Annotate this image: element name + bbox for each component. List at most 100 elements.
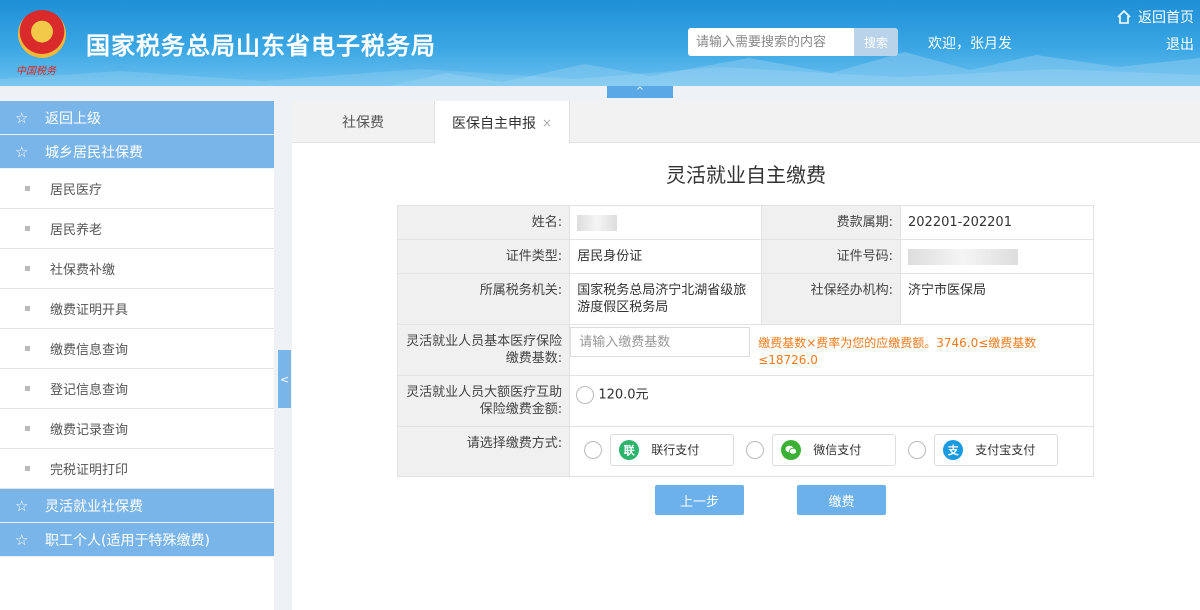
redacted-value xyxy=(577,214,618,231)
sidebar-item-label: 社保费补缴 xyxy=(50,263,116,278)
bullet-icon xyxy=(25,266,30,271)
previous-step-button[interactable]: 上一步 xyxy=(655,485,744,515)
sidebar-item-payment-certificate[interactable]: 缴费证明开具 xyxy=(0,289,274,329)
unionpay-button[interactable]: 联 联行支付 xyxy=(610,434,735,466)
sidebar: ☆ 返回上级 ☆ 城乡居民社保费 居民医疗 居民养老 社保费补缴 缴费证明开具 … xyxy=(0,101,274,610)
period-label: 费款属期: xyxy=(761,205,902,240)
bullet-icon xyxy=(25,226,30,231)
payment-option-alipay[interactable]: 支 支付宝支付 xyxy=(908,434,1059,466)
welcome-text: 欢迎，张月发 xyxy=(928,36,1012,52)
sidebar-item-payment-record-query[interactable]: 缴费记录查询 xyxy=(0,409,274,449)
payment-option-wechat[interactable]: 微信支付 xyxy=(746,434,897,466)
payment-option-label: 微信支付 xyxy=(813,442,862,457)
tax-org-value: 国家税务总局济宁北湖省级旅游度假区税务局 xyxy=(569,273,763,325)
payment-radio[interactable] xyxy=(746,441,765,459)
tab-medical-self-declare[interactable]: 医保自主申报 × xyxy=(434,101,570,144)
sidebar-section-resident-insurance[interactable]: ☆ 城乡居民社保费 xyxy=(0,135,274,169)
payment-option-label: 联行支付 xyxy=(651,442,700,457)
home-link[interactable]: 返回首页 xyxy=(1116,7,1194,27)
top-banner: 中国税务 国家税务总局山东省电子税务局 搜索 欢迎，张月发 返回首页 退出 xyxy=(0,0,1200,86)
alipay-button[interactable]: 支 支付宝支付 xyxy=(934,434,1059,466)
sidebar-item-registration-query[interactable]: 登记信息查询 xyxy=(0,369,274,409)
sidebar-item-label: 居民养老 xyxy=(50,223,103,238)
wechat-icon xyxy=(781,440,802,460)
id-type-label: 证件类型: xyxy=(396,239,571,274)
pay-button[interactable]: 缴费 xyxy=(797,485,886,515)
tab-bar: 社保费 医保自主申报 × xyxy=(292,101,1200,144)
emblem-caption: 中国税务 xyxy=(16,66,56,77)
payment-method-options: 联 联行支付 微信支付 支 支付宝支付 xyxy=(584,434,1093,466)
bullet-icon xyxy=(25,466,30,471)
bullet-icon xyxy=(25,306,30,311)
sidebar-item-resident-medical[interactable]: 居民医疗 xyxy=(0,169,274,209)
sidebar-item-label: 缴费记录查询 xyxy=(50,423,129,438)
home-link-label: 返回首页 xyxy=(1138,10,1194,26)
home-icon xyxy=(1117,9,1131,24)
sidebar-collapse-button[interactable]: < xyxy=(278,350,291,408)
sidebar-item-label: 完税证明打印 xyxy=(50,463,129,478)
payment-radio[interactable] xyxy=(584,441,603,459)
star-icon: ☆ xyxy=(15,142,29,161)
payment-option-label: 支付宝支付 xyxy=(975,442,1036,457)
unionpay-icon: 联 xyxy=(619,440,640,460)
form-title: 灵活就业自主缴费 xyxy=(666,163,826,187)
sidebar-item-label: 缴费证明开具 xyxy=(50,303,129,318)
sidebar-item-resident-pension[interactable]: 居民养老 xyxy=(0,209,274,249)
sidebar-section-label: 灵活就业社保费 xyxy=(45,498,143,515)
sidebar-item-label: 返回上级 xyxy=(45,110,101,127)
sidebar-item-payment-info-query[interactable]: 缴费信息查询 xyxy=(0,329,274,369)
base-cell: 缴费基数×费率为您的应缴费额。3746.0≤缴费基数≤18726.0 xyxy=(569,324,1094,376)
major-medical-cell: 120.0元 xyxy=(569,375,1094,427)
bullet-icon xyxy=(25,426,30,431)
sidebar-item-label: 登记信息查询 xyxy=(50,383,129,398)
bullet-icon xyxy=(25,346,30,351)
period-value: 202201-202201 xyxy=(900,205,1094,240)
name-label: 姓名: xyxy=(396,205,571,240)
name-value xyxy=(569,205,763,240)
logout-link[interactable]: 退出 xyxy=(1166,34,1194,54)
star-icon: ☆ xyxy=(15,496,29,515)
payment-base-input[interactable] xyxy=(570,327,751,357)
star-icon: ☆ xyxy=(15,108,29,127)
wechat-pay-button[interactable]: 微信支付 xyxy=(772,434,897,466)
star-icon: ☆ xyxy=(15,530,29,549)
collapse-header-button[interactable]: ^ xyxy=(607,86,673,98)
major-medical-amount: 120.0元 xyxy=(598,387,649,403)
major-medical-radio[interactable] xyxy=(576,386,595,404)
site-title: 国家税务总局山东省电子税务局 xyxy=(86,32,436,60)
payment-option-unionpay[interactable]: 联 联行支付 xyxy=(584,434,735,466)
sidebar-section-flexible-employment[interactable]: ☆ 灵活就业社保费 xyxy=(0,489,274,523)
id-number-label: 证件号码: xyxy=(761,239,902,274)
sidebar-item-label: 缴费信息查询 xyxy=(50,343,129,358)
search-input[interactable] xyxy=(688,28,854,56)
sidebar-section-label: 城乡居民社保费 xyxy=(45,144,143,161)
tax-emblem-icon xyxy=(18,10,66,58)
base-label: 灵活就业人员基本医疗保险缴费基数: xyxy=(396,324,571,376)
tab-label: 医保自主申报 xyxy=(451,115,536,132)
payment-radio[interactable] xyxy=(908,441,927,459)
bullet-icon xyxy=(25,186,30,191)
sidebar-item-back-payment[interactable]: 社保费补缴 xyxy=(0,249,274,289)
bullet-icon xyxy=(25,386,30,391)
payment-base-hint: 缴费基数×费率为您的应缴费额。3746.0≤缴费基数≤18726.0 xyxy=(758,336,1037,367)
search-button[interactable]: 搜索 xyxy=(854,28,898,56)
alipay-icon: 支 xyxy=(943,440,964,460)
id-type-value: 居民身份证 xyxy=(569,239,763,274)
payment-method-label: 请选择缴费方式: xyxy=(396,426,571,477)
si-org-label: 社保经办机构: xyxy=(761,273,902,325)
sidebar-section-label: 职工个人(适用于特殊缴费) xyxy=(45,532,210,549)
sidebar-item-label: 居民医疗 xyxy=(50,183,103,198)
tab-label: 社保费 xyxy=(342,115,384,131)
id-number-value xyxy=(900,239,1094,274)
sidebar-section-employee-individual[interactable]: ☆ 职工个人(适用于特殊缴费) xyxy=(0,523,274,557)
sidebar-item-back[interactable]: ☆ 返回上级 xyxy=(0,101,274,135)
close-icon[interactable]: × xyxy=(542,116,552,130)
major-medical-label: 灵活就业人员大额医疗互助保险缴费金额: xyxy=(396,375,571,427)
redacted-value xyxy=(908,248,1019,265)
tax-org-label: 所属税务机关: xyxy=(396,273,571,325)
sidebar-item-tax-certificate-print[interactable]: 完税证明打印 xyxy=(0,449,274,489)
si-org-value: 济宁市医保局 xyxy=(900,273,1094,325)
main-panel: 社保费 医保自主申报 × 灵活就业自主缴费 姓名: 费款属期: 202201-2… xyxy=(292,101,1200,610)
payment-method-cell: 联 联行支付 微信支付 支 支付宝支付 xyxy=(569,426,1094,477)
tab-social-insurance[interactable]: 社保费 xyxy=(292,101,434,143)
